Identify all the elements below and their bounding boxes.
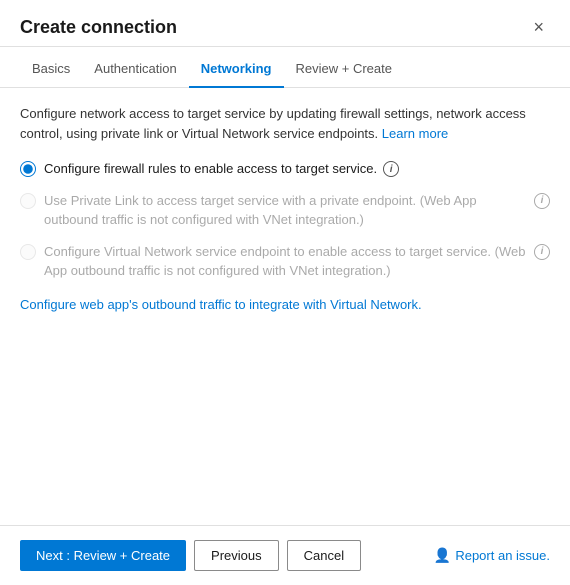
tab-review-create[interactable]: Review + Create	[284, 51, 404, 88]
dialog-footer: Next : Review + Create Previous Cancel 👤…	[0, 525, 570, 585]
radio-input-2	[20, 193, 36, 209]
create-connection-dialog: Create connection × Basics Authenticatio…	[0, 0, 570, 585]
dialog-title: Create connection	[20, 17, 177, 38]
radio-label-3: Configure Virtual Network service endpoi…	[44, 242, 528, 281]
report-icon: 👤	[434, 547, 451, 564]
info-icon-1: i	[383, 161, 399, 177]
dialog-header: Create connection ×	[0, 0, 570, 47]
networking-options: Configure firewall rules to enable acces…	[20, 159, 550, 281]
tab-content: Configure network access to target servi…	[0, 88, 570, 525]
tab-basics[interactable]: Basics	[20, 51, 82, 88]
radio-option-1[interactable]: Configure firewall rules to enable acces…	[20, 159, 550, 179]
tab-networking[interactable]: Networking	[189, 51, 284, 88]
radio-option-2: Use Private Link to access target servic…	[20, 191, 550, 230]
info-icon-3: i	[534, 244, 550, 260]
learn-more-link[interactable]: Learn more	[382, 126, 448, 141]
tab-authentication[interactable]: Authentication	[82, 51, 188, 88]
previous-button[interactable]: Previous	[194, 540, 279, 571]
description-text: Configure network access to target servi…	[20, 104, 550, 143]
next-button[interactable]: Next : Review + Create	[20, 540, 186, 571]
radio-input-1[interactable]	[20, 161, 36, 177]
radio-label-1[interactable]: Configure firewall rules to enable acces…	[44, 159, 377, 179]
vnet-link-section: Configure web app's outbound traffic to …	[20, 297, 550, 312]
report-issue-link[interactable]: 👤 Report an issue.	[434, 547, 550, 564]
info-icon-2: i	[534, 193, 550, 209]
radio-label-2: Use Private Link to access target servic…	[44, 191, 528, 230]
close-button[interactable]: ×	[527, 16, 550, 38]
radio-option-3: Configure Virtual Network service endpoi…	[20, 242, 550, 281]
tab-bar: Basics Authentication Networking Review …	[0, 51, 570, 88]
vnet-link[interactable]: Configure web app's outbound traffic to …	[20, 297, 422, 312]
cancel-button[interactable]: Cancel	[287, 540, 361, 571]
radio-input-3	[20, 244, 36, 260]
